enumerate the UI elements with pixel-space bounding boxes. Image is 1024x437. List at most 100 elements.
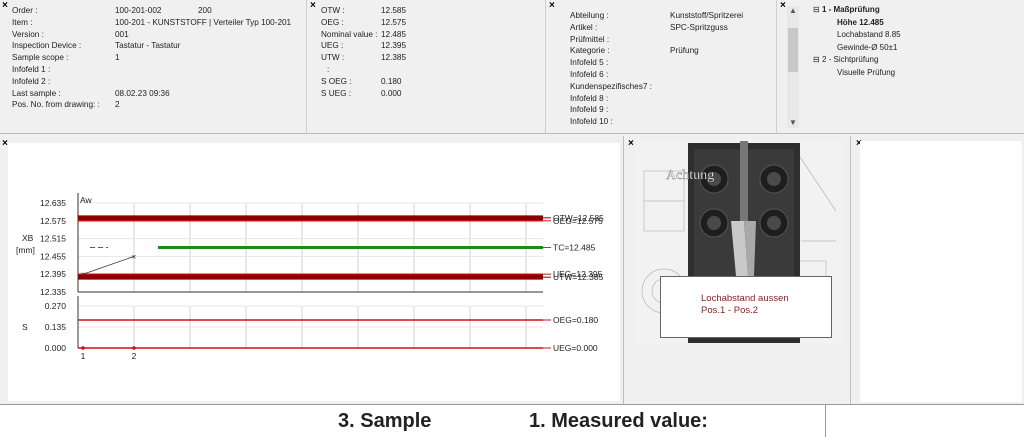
info-value: 12.575 (381, 17, 407, 27)
close-icon[interactable]: × (310, 1, 316, 11)
info-label: Item : (12, 17, 33, 27)
info-label: Order : (12, 6, 38, 15)
info-value: SPC-Spritzguss (670, 22, 728, 32)
tree-scrollbar[interactable]: ▲ ▼ (787, 6, 799, 128)
info-label: Last sample : (12, 88, 61, 98)
corner-label: Aw (80, 195, 93, 205)
status-bar (0, 404, 1024, 437)
y-tick-label: 12.455 (40, 251, 66, 261)
info-value: Kunststoff/Spritzerei (670, 11, 744, 20)
info-value: 2 (115, 100, 120, 110)
y-tick-label: 0.000 (45, 343, 67, 353)
empty-panel: × (852, 136, 1024, 404)
tree-item-selected[interactable]: Höhe 12.485 (813, 17, 901, 30)
callout-line-2: Pos.1 - Pos.2 (701, 305, 759, 316)
info-value: 0.000 (381, 88, 402, 98)
y-tick-label: 0.135 (45, 322, 67, 332)
info-label: Infofeld 6 : (570, 70, 609, 79)
info-value: 12.395 (381, 41, 407, 51)
info-extra: 200 (198, 6, 212, 15)
close-icon[interactable]: × (628, 139, 634, 149)
info-label: Kundenspezifisches7 : (570, 81, 652, 91)
empty-panel-body (860, 141, 1022, 402)
tree-group-2[interactable]: ⊟ 2 - Sichtprüfung (813, 54, 901, 67)
close-icon[interactable]: × (2, 139, 8, 149)
collapse-icon[interactable]: ⊟ (813, 5, 820, 14)
info-label: UEG : (321, 41, 344, 51)
info-label: OTW : (321, 6, 345, 15)
info-label: Artikel : (570, 22, 598, 32)
close-icon[interactable]: × (549, 1, 555, 11)
info-value: Prüfung (670, 46, 699, 56)
y-tick-label: 12.635 (40, 198, 66, 208)
tree-group-1[interactable]: ⊟ 1 - Maßprüfung (813, 4, 901, 17)
measured-value-prompt: 1. Measured value: (529, 410, 708, 432)
info-label: Inspection Device : (12, 41, 82, 51)
info-panel-order: × Order : 100-201-002 200 Item : 100-201 - K… (0, 0, 306, 133)
info-label: Infofeld 5 : (570, 58, 609, 68)
info-label: Pos. No. from drawing: : (12, 100, 100, 110)
y-tick-label: 12.335 (40, 287, 66, 297)
limit-label: TC=12.485 (553, 243, 596, 253)
info-label: Infofeld 10 : (570, 117, 613, 127)
data-point: × (132, 252, 137, 261)
y-axis-label: XB (22, 233, 34, 243)
data-point (81, 346, 85, 350)
limit-label: OEG=12.575 (553, 216, 603, 226)
data-line (82, 256, 135, 275)
x-tick-label: 2 (132, 351, 137, 361)
control-chart: 12.63512.57512.51512.45512.39512.335OTW=… (16, 193, 604, 361)
scroll-up-icon[interactable]: ▲ (789, 6, 797, 15)
info-panel-limits: × OTW :12.585 OEG :12.575 Nominal value :1… (307, 0, 545, 133)
info-label: OEG : (321, 17, 344, 27)
y-tick-label: 12.515 (40, 234, 66, 244)
data-point: × (81, 270, 86, 279)
sample-counter: 3. Sample (338, 410, 432, 432)
characteristics-tree-panel: × ▲ ▼ ⊟ 1 - Maßprüfung Höhe 12.485 Locha… (777, 0, 1024, 133)
close-icon[interactable]: × (780, 1, 786, 11)
info-value: 08.02.23 09:36 (115, 88, 170, 98)
annotation-callout: Lochabstand aussen Pos.1 - Pos.2 (660, 276, 832, 338)
info-value: 12.385 (381, 53, 407, 63)
tree-item[interactable]: Visuelle Prüfung (813, 67, 901, 80)
info-label: Abteilung : (570, 11, 609, 20)
y-axis-unit: [mm] (16, 245, 35, 255)
info-label: Prüfmittel : (570, 34, 610, 44)
y-tick-label: 12.575 (40, 216, 66, 226)
info-value: 0.180 (381, 76, 402, 86)
info-label: Sample scope : (12, 53, 69, 63)
scroll-thumb[interactable] (788, 28, 798, 72)
collapse-icon[interactable]: ⊟ (813, 55, 820, 64)
y-tick-label: 0.270 (45, 301, 67, 311)
tree-item[interactable]: Gewinde-Ø 50±1 (813, 42, 901, 55)
info-label: Nominal value : (321, 29, 378, 39)
close-icon[interactable]: × (2, 1, 8, 11)
callout-line-1: Lochabstand aussen (701, 293, 789, 304)
info-label: UTW : (321, 53, 345, 63)
info-label: Version : (12, 29, 44, 39)
info-label: Kategorie : (570, 46, 610, 56)
y-axis-label: S (22, 322, 28, 332)
characteristics-tree: ⊟ 1 - Maßprüfung Höhe 12.485 Lochabstand… (813, 4, 901, 79)
info-value: 1 (115, 53, 120, 63)
info-value: 001 (115, 29, 129, 39)
info-label: S UEG : (321, 88, 352, 98)
data-point (132, 346, 136, 350)
info-label: Infofeld 2 : (12, 76, 51, 86)
y-tick-label: 12.395 (40, 269, 66, 279)
info-value: 100-201-002 (115, 6, 162, 15)
status-divider (825, 405, 826, 437)
tree-item[interactable]: Lochabstand 8.85 (813, 29, 901, 42)
info-panel-department: × Abteilung : Kunststoff/Spritzerei Artike… (546, 0, 776, 133)
info-label: Infofeld 1 : (12, 65, 51, 74)
info-value: Tastatur - Tastatur (115, 41, 181, 51)
info-label: Infofeld 8 : (570, 93, 609, 103)
scroll-down-icon[interactable]: ▼ (789, 118, 797, 127)
limit-label: OEG=0.180 (553, 315, 598, 325)
control-chart-area: 12.635 12.575 12.515 12.455 12.395 12.335 OTW=… (8, 143, 620, 401)
info-value: 12.585 (381, 6, 407, 15)
limit-label: UTW=12.385 (553, 272, 604, 282)
info-label: : (327, 65, 330, 74)
watermark-text: Achtung (666, 168, 714, 183)
info-label: Infofeld 9 : (570, 105, 609, 115)
